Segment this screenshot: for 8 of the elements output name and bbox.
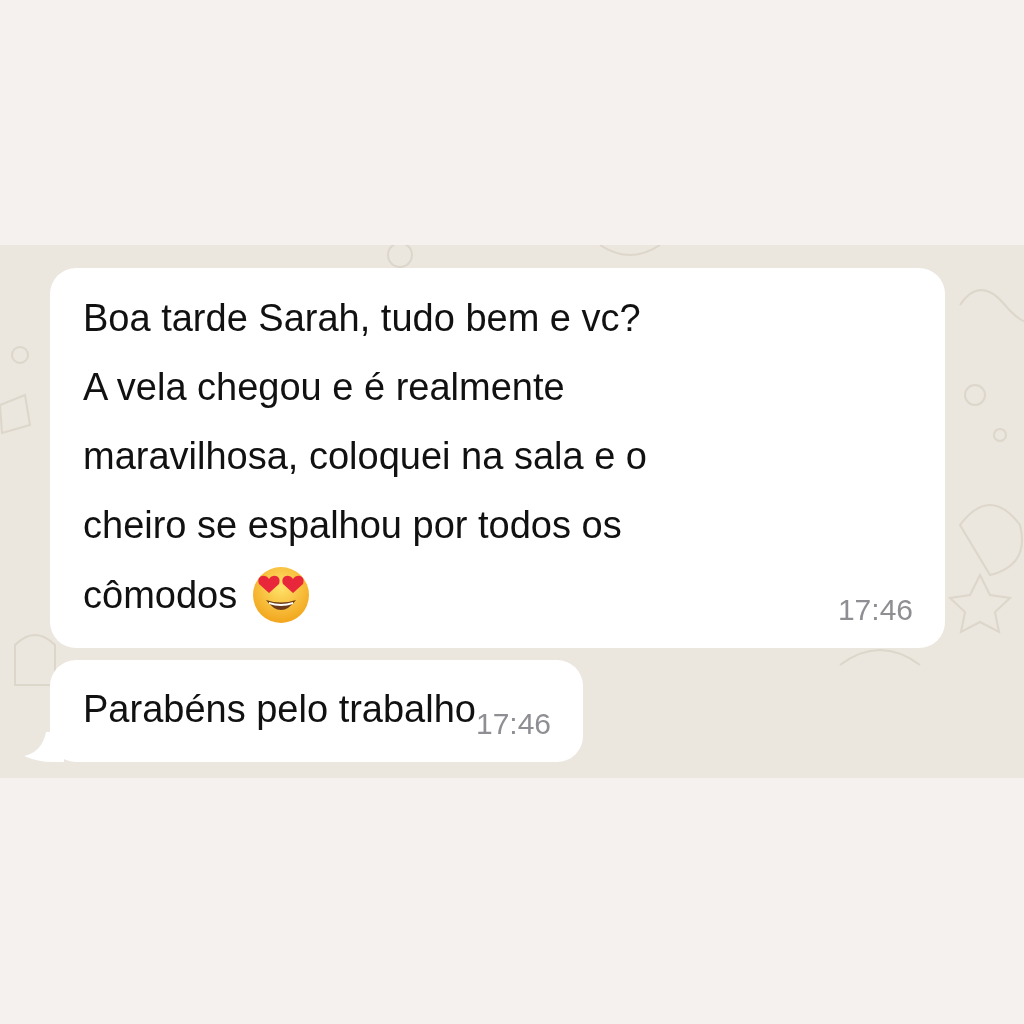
message-text: cheiro se espalhou por todos os [83,503,622,548]
message-time: 17:46 [475,706,552,742]
message-text: Parabéns pelo trabalho [83,686,476,732]
message-text: maravilhosa, coloquei na sala e o [83,434,647,479]
message-text: cômodos [83,572,238,618]
message-text: A vela chegou e é realmente [83,365,565,410]
message-text: Boa tarde Sarah, tudo bem e vc? [83,296,641,341]
message-time: 17:46 [837,592,913,628]
